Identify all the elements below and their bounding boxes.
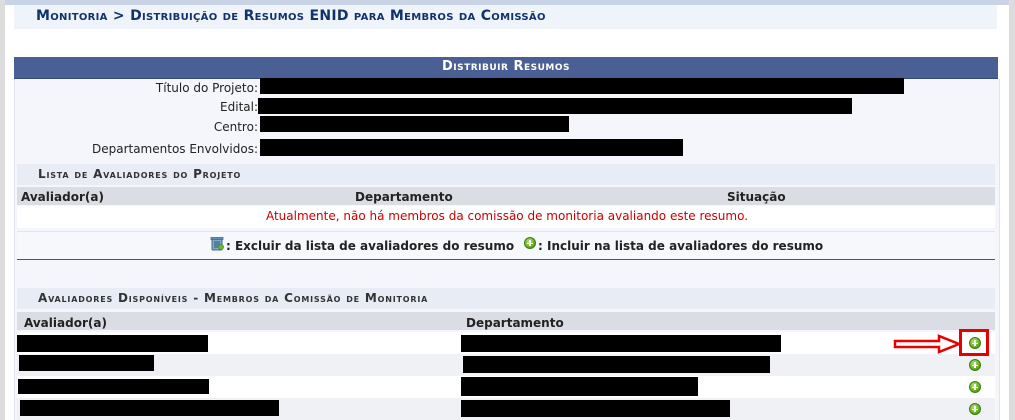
field-label-edital: Edital: bbox=[220, 100, 258, 114]
redacted-evaluator-department bbox=[461, 377, 698, 396]
left-border bbox=[0, 0, 5, 420]
field-label-departamentos: Departamentos Envolvidos: bbox=[91, 142, 258, 156]
add-evaluator-button[interactable] bbox=[969, 359, 981, 371]
redacted-edital-value bbox=[258, 98, 852, 114]
column-header-avaliador-disponivel: Avaliador(a) bbox=[24, 316, 107, 330]
redacted-centro-value bbox=[260, 116, 569, 132]
redacted-evaluator-department bbox=[461, 335, 781, 352]
field-label-titulo: Título do Projeto: bbox=[155, 81, 258, 95]
right-border bbox=[1009, 0, 1015, 420]
redacted-evaluator-department bbox=[461, 400, 730, 417]
redacted-evaluator-name bbox=[18, 379, 209, 394]
empty-evaluators-message: Atualmente, não há membros da comissão d… bbox=[265, 209, 749, 223]
column-header-situacao: Situação bbox=[727, 190, 786, 204]
column-header-departamento-disponivel: Departamento bbox=[466, 316, 564, 330]
project-evaluators-caption: Lista de Avaliadores do Projeto bbox=[38, 167, 242, 181]
legend-add-label: : Incluir na lista de avaliadores do res… bbox=[538, 239, 824, 253]
redacted-evaluator-name bbox=[17, 335, 208, 352]
arrow-right-icon bbox=[893, 334, 963, 357]
breadcrumb: Monitoria > Distribuição de Resumos ENID… bbox=[36, 8, 546, 24]
section-divider bbox=[17, 259, 995, 260]
add-evaluator-button[interactable] bbox=[969, 381, 981, 393]
redacted-evaluator-name bbox=[20, 400, 279, 416]
project-evaluators-header-row bbox=[17, 187, 995, 205]
redacted-evaluator-department bbox=[463, 356, 770, 373]
redacted-titulo-value bbox=[260, 78, 904, 94]
column-header-departamento: Departamento bbox=[355, 190, 453, 204]
redacted-evaluator-name bbox=[19, 355, 154, 371]
form-title: Distribuir Resumos bbox=[441, 59, 571, 74]
add-evaluator-button[interactable] bbox=[969, 337, 981, 349]
field-label-centro: Centro: bbox=[213, 120, 258, 134]
plus-circle-icon bbox=[524, 237, 536, 249]
legend-remove-label: : Excluir da lista de avaliadores do res… bbox=[226, 239, 515, 253]
redacted-departamentos-value bbox=[260, 139, 683, 156]
column-header-avaliador: Avaliador(a) bbox=[21, 190, 104, 204]
add-evaluator-button[interactable] bbox=[969, 403, 981, 415]
trash-icon bbox=[210, 236, 224, 251]
available-evaluators-caption: Avaliadores Disponíveis - Membros da Com… bbox=[38, 291, 429, 305]
